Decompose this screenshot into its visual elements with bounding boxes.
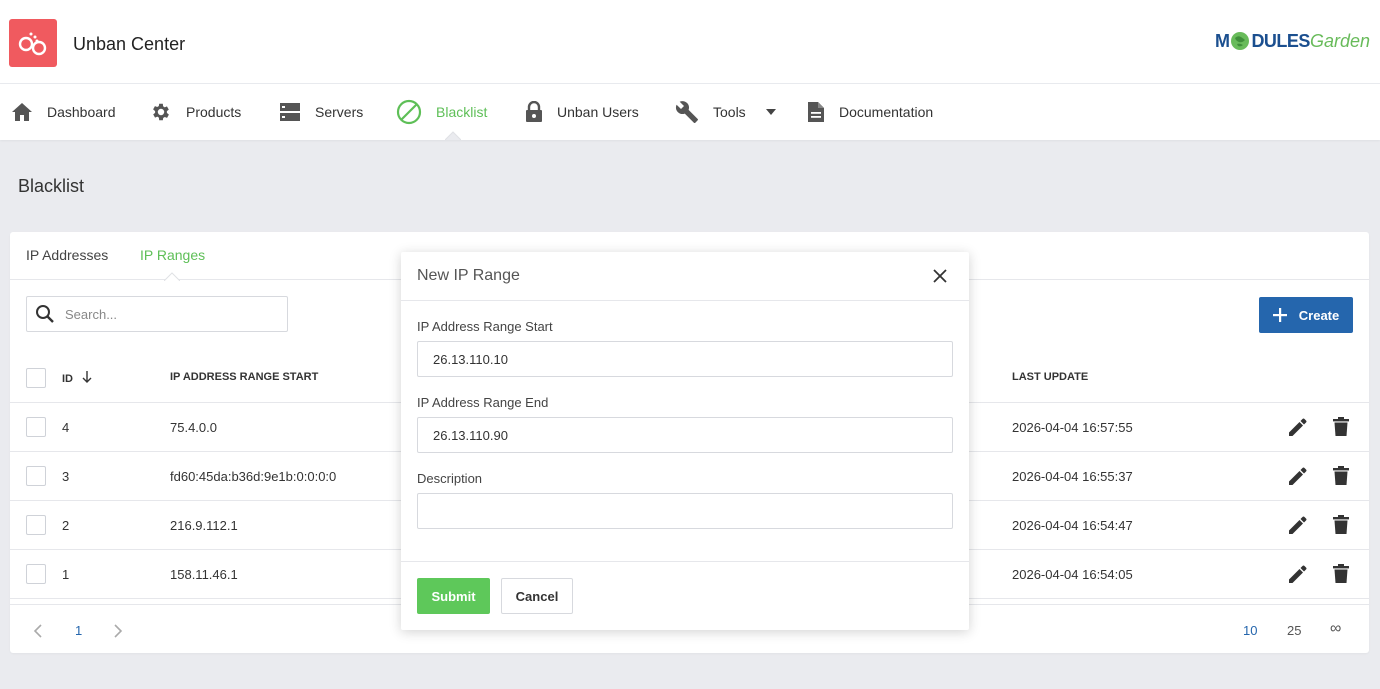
nav-item-unban-users[interactable]: Unban Users — [525, 84, 639, 140]
edit-pencil-icon[interactable] — [1288, 564, 1308, 584]
home-icon — [12, 103, 32, 121]
next-page-icon[interactable] — [113, 624, 123, 638]
description-label: Description — [417, 471, 483, 486]
edit-pencil-icon[interactable] — [1288, 417, 1308, 437]
app-logo[interactable] — [9, 19, 57, 67]
nav-item-dashboard[interactable]: Dashboard — [11, 84, 116, 140]
modal-header: New IP Range — [401, 252, 969, 301]
row-id: 4 — [62, 420, 70, 435]
edit-pencil-icon[interactable] — [1288, 466, 1308, 486]
row-id: 3 — [62, 469, 70, 484]
row-id: 1 — [62, 567, 70, 582]
range-start-input[interactable] — [417, 341, 953, 377]
search-box[interactable] — [26, 296, 288, 332]
row-checkbox[interactable] — [26, 515, 46, 535]
main-nav: Dashboard Products Servers Blacklist Unb… — [0, 84, 1380, 140]
app-header: Unban Center M DULES Garden — [0, 0, 1380, 84]
row-checkbox[interactable] — [26, 417, 46, 437]
delete-trash-icon[interactable] — [1332, 515, 1350, 535]
range-start-label: IP Address Range Start — [417, 319, 553, 334]
select-all-checkbox[interactable] — [26, 368, 46, 388]
active-nav-indicator — [445, 131, 461, 140]
wrench-icon — [675, 101, 698, 123]
column-header-range-start[interactable]: IP ADDRESS RANGE START — [170, 371, 318, 383]
modulesgarden-logo[interactable]: M DULES Garden — [1215, 28, 1370, 54]
range-end-input[interactable] — [417, 417, 953, 453]
column-header-id[interactable]: ID — [62, 371, 92, 385]
gear-icon — [153, 103, 169, 121]
search-icon — [36, 305, 54, 323]
edit-pencil-icon[interactable] — [1288, 515, 1308, 535]
row-last-update: 2026-04-04 16:54:47 — [1012, 518, 1133, 533]
page-size-all[interactable]: ∞ — [1330, 620, 1341, 638]
handcuffs-icon — [18, 32, 47, 56]
new-ip-range-modal: New IP Range IP Address Range Start IP A… — [401, 252, 969, 630]
nav-item-products[interactable]: Products — [150, 84, 241, 140]
lock-icon — [526, 101, 542, 122]
row-range-start: 158.11.46.1 — [170, 567, 238, 582]
page-size-10[interactable]: 10 — [1243, 623, 1257, 638]
close-icon[interactable] — [933, 269, 947, 283]
modal-title: New IP Range — [417, 267, 520, 284]
nav-item-blacklist[interactable]: Blacklist — [396, 84, 487, 140]
sort-arrow-down-icon — [82, 371, 92, 383]
row-id: 2 — [62, 518, 70, 533]
tab-ip-ranges[interactable]: IP Ranges — [140, 247, 205, 263]
caret-down-icon — [765, 109, 776, 115]
block-icon — [396, 99, 422, 125]
row-range-start: 216.9.112.1 — [170, 518, 238, 533]
range-end-label: IP Address Range End — [417, 395, 549, 410]
delete-trash-icon[interactable] — [1332, 564, 1350, 584]
server-icon — [280, 103, 300, 121]
cancel-button[interactable]: Cancel — [501, 578, 573, 614]
column-header-last-update[interactable]: LAST UPDATE — [1012, 371, 1088, 383]
active-tab-indicator — [164, 272, 180, 281]
nav-item-tools[interactable]: Tools — [675, 84, 776, 140]
row-checkbox[interactable] — [26, 564, 46, 584]
page-size-25[interactable]: 25 — [1287, 623, 1301, 638]
delete-trash-icon[interactable] — [1332, 417, 1350, 437]
row-checkbox[interactable] — [26, 466, 46, 486]
create-button[interactable]: Create — [1259, 297, 1353, 333]
globe-icon — [1231, 32, 1250, 50]
row-range-start: 75.4.0.0 — [170, 420, 217, 435]
app-title: Unban Center — [73, 34, 186, 54]
prev-page-icon[interactable] — [33, 624, 43, 638]
row-last-update: 2026-04-04 16:54:05 — [1012, 567, 1133, 582]
page-number-current[interactable]: 1 — [75, 623, 82, 638]
delete-trash-icon[interactable] — [1332, 466, 1350, 486]
modal-footer: Submit Cancel — [401, 561, 969, 630]
search-input[interactable] — [65, 306, 265, 322]
description-input[interactable] — [417, 493, 953, 529]
document-icon — [808, 102, 824, 122]
row-range-start: fd60:45da:b36d:9e1b:0:0:0:0 — [170, 469, 337, 484]
nav-item-servers[interactable]: Servers — [279, 84, 363, 140]
row-last-update: 2026-04-04 16:57:55 — [1012, 420, 1133, 435]
tab-ip-addresses[interactable]: IP Addresses — [26, 247, 108, 263]
row-last-update: 2026-04-04 16:55:37 — [1012, 469, 1133, 484]
plus-icon — [1272, 308, 1287, 322]
submit-button[interactable]: Submit — [417, 578, 490, 614]
page-title: Blacklist — [18, 176, 85, 196]
nav-item-documentation[interactable]: Documentation — [807, 84, 933, 140]
